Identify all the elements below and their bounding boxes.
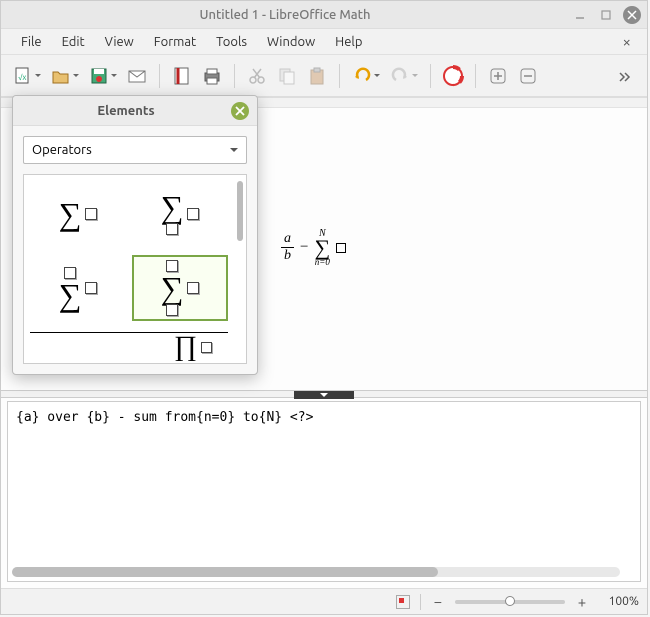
export-pdf-button[interactable] (168, 62, 196, 90)
zoom-level[interactable]: 100% (599, 595, 639, 608)
operator-sum[interactable]: ∑ (30, 181, 126, 247)
menu-format[interactable]: Format (144, 31, 206, 53)
redo-button[interactable] (386, 62, 414, 90)
email-button[interactable] (123, 62, 151, 90)
formula-preview: a b − N ∑ n=0 (281, 228, 346, 267)
zoom-slider[interactable] (455, 600, 565, 604)
operator-product-peek[interactable]: ∏ (174, 331, 212, 363)
summation: N ∑ n=0 (314, 228, 330, 267)
zoom-out-button[interactable] (514, 62, 542, 90)
elements-panel-title: Elements (21, 104, 231, 118)
print-button[interactable] (198, 62, 226, 90)
operand-placeholder-icon (187, 282, 199, 294)
sigma-icon: ∑ (59, 200, 82, 228)
elements-panel: Elements Operators ∑ (12, 95, 258, 375)
window-close-button[interactable] (623, 6, 641, 24)
operand-placeholder-icon (85, 208, 97, 220)
sigma-icon: ∑ (161, 193, 184, 221)
menu-help[interactable]: Help (325, 31, 372, 53)
svg-text:√x: √x (18, 73, 26, 82)
window-minimize-button[interactable] (571, 6, 589, 24)
command-text: {a} over {b} - sum from{n=0} to{N} <?> (16, 410, 313, 425)
operator-sum-from-to[interactable]: ∑ (132, 255, 228, 321)
zoom-slider-knob[interactable] (505, 596, 515, 606)
vertical-scrollbar[interactable] (626, 406, 636, 561)
zoom-out-status-button[interactable]: − (431, 593, 445, 610)
operand-placeholder-icon (187, 208, 199, 220)
zoom-in-status-button[interactable]: + (575, 593, 589, 610)
elements-grid: ∑ ∑ (23, 174, 247, 364)
menu-file[interactable]: File (11, 31, 52, 53)
operand-placeholder-icon (201, 342, 212, 353)
pi-icon: ∏ (174, 331, 197, 363)
modified-indicator-icon[interactable] (396, 595, 410, 609)
elements-panel-close-button[interactable] (231, 102, 249, 120)
sum-lower-limit: n=0 (315, 257, 330, 267)
formula-placeholder (336, 243, 346, 253)
fraction-denominator: b (281, 248, 294, 264)
open-button[interactable] (47, 62, 75, 90)
elements-category-dropdown[interactable]: Operators (23, 136, 247, 164)
lower-limit-placeholder-icon (166, 223, 178, 235)
command-editor[interactable]: {a} over {b} - sum from{n=0} to{N} <?> (7, 401, 641, 582)
fraction-numerator: a (281, 231, 294, 248)
statusbar: − + 100% (1, 588, 647, 614)
elements-scrollbar[interactable] (237, 181, 243, 241)
pane-splitter[interactable] (1, 390, 647, 398)
scrollbar-thumb[interactable] (12, 567, 438, 577)
operator-sum-from[interactable]: ∑ (132, 181, 228, 247)
elements-panel-titlebar[interactable]: Elements (13, 96, 257, 126)
minus-sign: − (300, 239, 308, 256)
menu-view[interactable]: View (95, 31, 144, 53)
sigma-icon: ∑ (161, 274, 184, 302)
operator-sum-to[interactable]: ∑ (30, 255, 126, 321)
menu-tools[interactable]: Tools (206, 31, 257, 53)
menu-edit[interactable]: Edit (52, 31, 95, 53)
sigma-icon: ∑ (314, 239, 330, 257)
paste-button[interactable] (303, 62, 331, 90)
cut-button[interactable] (243, 62, 271, 90)
undo-button[interactable] (348, 62, 376, 90)
help-button[interactable] (439, 62, 467, 90)
save-button[interactable] (85, 62, 113, 90)
menubar: File Edit View Format Tools Window Help … (1, 29, 647, 55)
document-close-button[interactable]: × (617, 31, 637, 52)
dropdown-arrow-icon (230, 148, 238, 156)
titlebar: Untitled 1 - LibreOffice Math (1, 1, 647, 29)
window-title: Untitled 1 - LibreOffice Math (7, 8, 563, 22)
splitter-handle-icon (294, 391, 354, 399)
menu-window[interactable]: Window (257, 31, 325, 53)
toolbar: √x (1, 55, 647, 97)
fraction: a b (281, 231, 294, 264)
window-maximize-button[interactable] (597, 6, 615, 24)
lower-limit-placeholder-icon (166, 304, 178, 316)
sigma-icon: ∑ (59, 281, 82, 309)
copy-button[interactable] (273, 62, 301, 90)
operand-placeholder-icon (85, 282, 97, 294)
elements-category-value: Operators (32, 143, 92, 157)
toolbar-overflow-button[interactable] (611, 62, 639, 90)
zoom-in-button[interactable] (484, 62, 512, 90)
horizontal-scrollbar[interactable] (12, 567, 620, 577)
new-document-button[interactable]: √x (9, 62, 37, 90)
